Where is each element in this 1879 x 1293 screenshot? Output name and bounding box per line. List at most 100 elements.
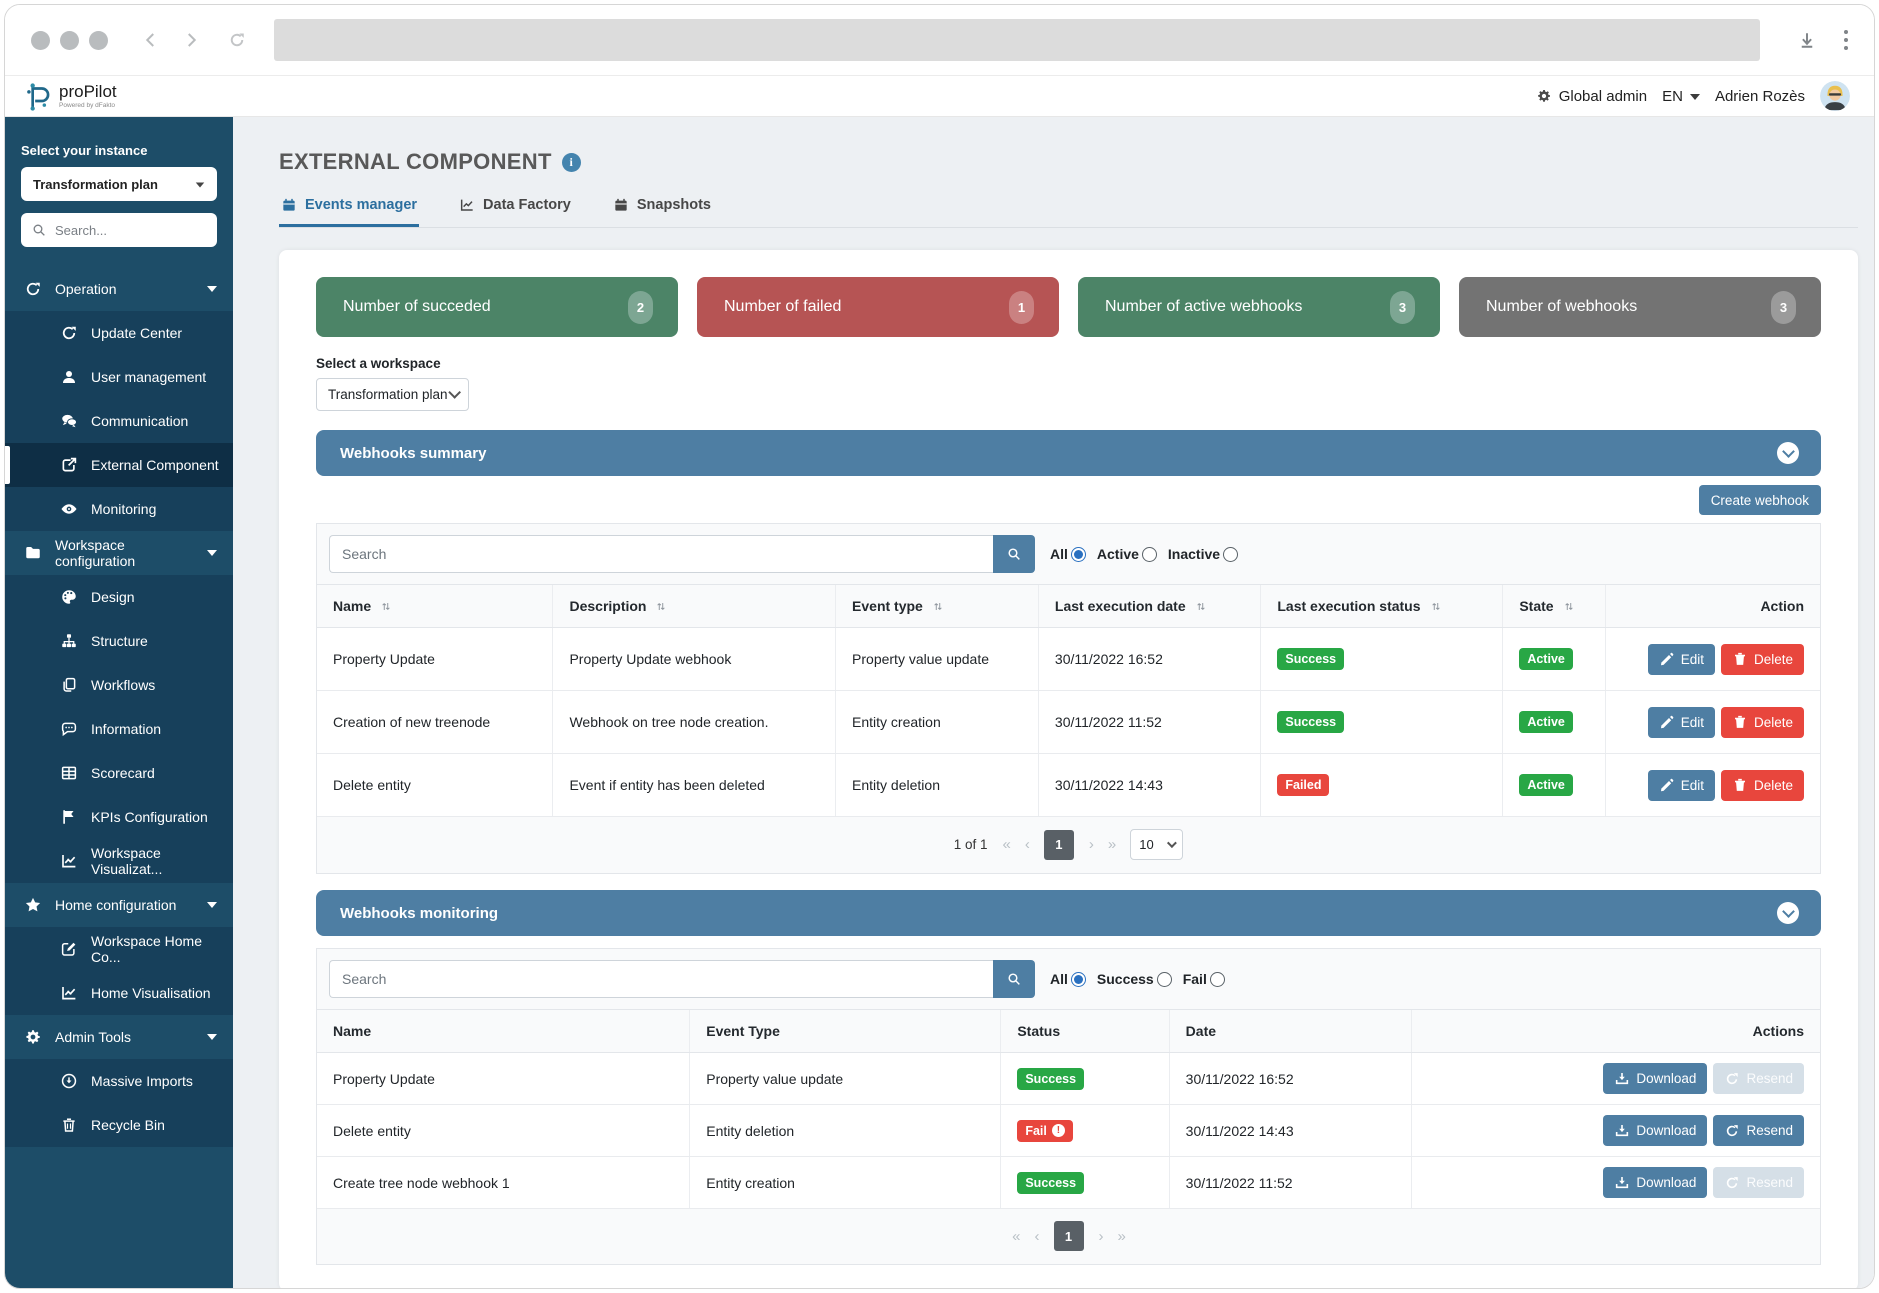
back-icon[interactable] — [142, 31, 160, 49]
global-admin-menu[interactable]: Global admin — [1536, 88, 1647, 105]
card-value-badge: 3 — [1390, 291, 1415, 324]
last-page-button[interactable]: » — [1118, 1228, 1125, 1245]
first-page-button[interactable]: « — [1003, 836, 1010, 853]
tab-data-factory[interactable]: Data Factory — [457, 195, 573, 227]
sidebar-section-operation[interactable]: Operation — [5, 267, 233, 311]
sidebar-item-design[interactable]: Design — [5, 575, 233, 619]
next-page-button[interactable]: › — [1099, 1228, 1103, 1245]
chevron-down-icon — [1690, 94, 1700, 100]
cell-event-type: Property value update — [690, 1053, 1001, 1105]
tab-snapshots[interactable]: Snapshots — [611, 195, 713, 227]
sidebar-item-information[interactable]: Information — [5, 707, 233, 751]
sort-icon[interactable] — [655, 600, 667, 613]
summary-search-button[interactable] — [993, 535, 1035, 573]
summary-search-input[interactable] — [329, 535, 993, 573]
tab-events-manager[interactable]: Events manager — [279, 195, 419, 227]
filter-all[interactable]: All — [1050, 971, 1086, 987]
maximize-window-icon[interactable] — [89, 31, 108, 50]
collapse-chevron-icon[interactable] — [1777, 902, 1799, 924]
prev-page-button[interactable]: ‹ — [1035, 1228, 1039, 1245]
sidebar-item-workspace-home[interactable]: Workspace Home Co... — [5, 927, 233, 971]
delete-button[interactable]: Delete — [1721, 644, 1804, 675]
sidebar-item-external-component[interactable]: External Component — [5, 443, 233, 487]
sidebar-item-workspace-visualization[interactable]: Workspace Visualizat... — [5, 839, 233, 883]
column-header-last-execution-status[interactable]: Last execution status — [1261, 585, 1503, 628]
sidebar-item-kpis-configuration[interactable]: KPIs Configuration — [5, 795, 233, 839]
webhooks-summary-header[interactable]: Webhooks summary — [316, 430, 1821, 476]
create-webhook-button[interactable]: Create webhook — [1699, 485, 1821, 515]
filter-fail[interactable]: Fail — [1183, 971, 1225, 987]
sidebar-item-monitoring[interactable]: Monitoring — [5, 487, 233, 531]
brand-logo[interactable]: proPilot Powered by dFakto — [25, 81, 117, 111]
instance-select[interactable]: Transformation plan — [21, 167, 217, 201]
resend-button[interactable]: Resend — [1713, 1115, 1804, 1146]
column-header-event-type[interactable]: Event type — [836, 585, 1039, 628]
sort-icon[interactable] — [1563, 600, 1575, 613]
delete-button[interactable]: Delete — [1721, 707, 1804, 738]
sort-icon[interactable] — [1195, 600, 1207, 613]
sort-icon[interactable] — [932, 600, 944, 613]
edit-button[interactable]: Edit — [1648, 644, 1715, 675]
sidebar-item-update-center[interactable]: Update Center — [5, 311, 233, 355]
edit-button[interactable]: Edit — [1648, 707, 1715, 738]
column-header-last-execution-date[interactable]: Last execution date — [1038, 585, 1260, 628]
download-button[interactable]: Download — [1603, 1167, 1707, 1198]
sidebar-section-workspace-configuration[interactable]: Workspace configuration — [5, 531, 233, 575]
collapse-chevron-icon[interactable] — [1777, 442, 1799, 464]
first-page-button[interactable]: « — [1012, 1228, 1019, 1245]
next-page-button[interactable]: › — [1089, 836, 1093, 853]
user-icon — [60, 368, 78, 386]
delete-button[interactable]: Delete — [1721, 770, 1804, 801]
column-header-state[interactable]: State — [1503, 585, 1605, 628]
filter-success[interactable]: Success — [1097, 971, 1172, 987]
prev-page-button[interactable]: ‹ — [1025, 836, 1029, 853]
sidebar-item-communication[interactable]: Communication — [5, 399, 233, 443]
monitoring-search-button[interactable] — [993, 960, 1035, 998]
sidebar-item-label: Workspace Home Co... — [91, 933, 233, 965]
downloads-icon[interactable] — [1798, 31, 1816, 49]
sidebar-item-label: Recycle Bin — [91, 1117, 165, 1133]
info-icon[interactable]: i — [562, 153, 581, 172]
browser-menu-icon[interactable] — [1844, 30, 1849, 51]
column-header-description[interactable]: Description — [553, 585, 836, 628]
cell-date: 30/11/2022 14:43 — [1038, 754, 1260, 817]
download-button[interactable]: Download — [1603, 1115, 1707, 1146]
reload-icon[interactable] — [228, 31, 246, 49]
sidebar-item-structure[interactable]: Structure — [5, 619, 233, 663]
sidebar-section-admin-tools[interactable]: Admin Tools — [5, 1015, 233, 1059]
page-size-select[interactable]: 10 — [1130, 829, 1183, 860]
language-selector[interactable]: EN — [1662, 88, 1700, 105]
sidebar-item-recycle-bin[interactable]: Recycle Bin — [5, 1103, 233, 1147]
address-bar[interactable] — [274, 19, 1760, 61]
close-window-icon[interactable] — [31, 31, 50, 50]
column-header-name[interactable]: Name — [317, 585, 553, 628]
cell-status: Failed — [1261, 754, 1503, 817]
monitoring-search-input[interactable] — [329, 960, 993, 998]
filter-inactive[interactable]: Inactive — [1168, 546, 1238, 562]
sidebar-item-workflows[interactable]: Workflows — [5, 663, 233, 707]
webhooks-monitoring-header[interactable]: Webhooks monitoring — [316, 890, 1821, 936]
sidebar-section-home-configuration[interactable]: Home configuration — [5, 883, 233, 927]
sidebar-item-massive-imports[interactable]: Massive Imports — [5, 1059, 233, 1103]
sort-icon[interactable] — [1430, 600, 1442, 613]
cell-actions: Download Resend — [1411, 1105, 1820, 1157]
sidebar-item-scorecard[interactable]: Scorecard — [5, 751, 233, 795]
sidebar-search[interactable] — [21, 213, 217, 247]
refresh-icon — [24, 280, 42, 298]
last-page-button[interactable]: » — [1108, 836, 1115, 853]
workspace-select[interactable]: Transformation plan — [316, 378, 469, 411]
search-icon — [1006, 971, 1022, 987]
minimize-window-icon[interactable] — [60, 31, 79, 50]
filter-all[interactable]: All — [1050, 546, 1086, 562]
sidebar-search-input[interactable] — [55, 223, 185, 238]
download-button[interactable]: Download — [1603, 1063, 1707, 1094]
sort-icon[interactable] — [380, 600, 392, 613]
edit-button[interactable]: Edit — [1648, 770, 1715, 801]
forward-icon[interactable] — [182, 31, 200, 49]
avatar[interactable] — [1820, 81, 1850, 111]
sidebar-item-home-visualisation[interactable]: Home Visualisation — [5, 971, 233, 1015]
sidebar-item-user-management[interactable]: User management — [5, 355, 233, 399]
page-number-button[interactable]: 1 — [1054, 1221, 1084, 1251]
page-number-button[interactable]: 1 — [1044, 830, 1074, 860]
filter-active[interactable]: Active — [1097, 546, 1157, 562]
